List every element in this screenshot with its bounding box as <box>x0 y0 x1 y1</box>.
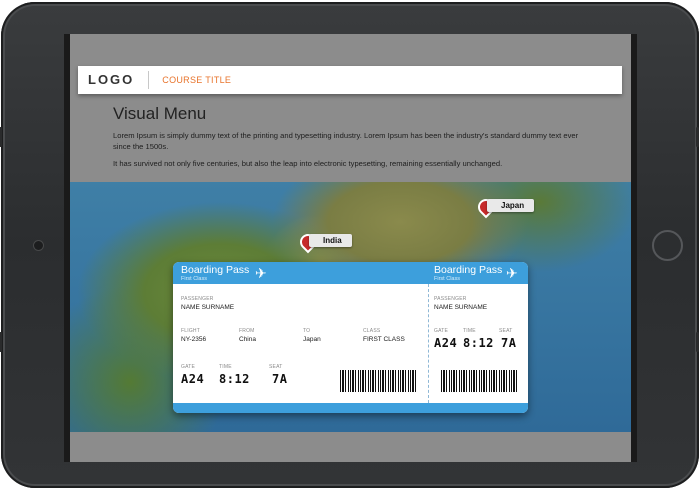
stub-passenger-label: PASSENGER <box>434 296 467 302</box>
boarding-pass-title: Boarding Pass <box>181 264 250 276</box>
passenger-value: NAME SURNAME <box>181 304 235 311</box>
time-value: 8:12 <box>219 372 250 386</box>
tablet-side-button <box>696 332 699 352</box>
stub-class: First Class <box>434 276 460 282</box>
boarding-pass[interactable]: Boarding Pass First Class ✈ PASSENGER NA… <box>173 262 528 413</box>
stub-passenger-value: NAME SURNAME <box>434 304 488 311</box>
map-label-india[interactable]: India <box>309 234 352 247</box>
tablet-screen: LOGO COURSE TITLE Visual Menu Lorem Ipsu… <box>64 34 637 462</box>
class-value: FIRST CLASS <box>363 336 405 343</box>
stub-time-label: TIME <box>463 328 476 334</box>
airplane-icon: ✈ <box>255 265 267 281</box>
airplane-icon: ✈ <box>506 265 518 281</box>
map-label-japan[interactable]: Japan <box>487 199 535 212</box>
stub-seat-label: SEAT <box>499 328 513 334</box>
to-label: TO <box>303 328 311 334</box>
to-value: Japan <box>303 336 321 343</box>
from-label: FROM <box>239 328 255 334</box>
tablet-frame: LOGO COURSE TITLE Visual Menu Lorem Ipsu… <box>0 2 699 488</box>
stub-barcode <box>441 370 519 392</box>
seat-value: 7A <box>272 372 288 386</box>
intro-paragraph: It has survived not only five centuries,… <box>113 159 503 168</box>
course-header: LOGO COURSE TITLE <box>78 66 622 94</box>
flight-label: FLIGHT <box>181 328 200 334</box>
front-camera <box>34 241 43 250</box>
flight-value: NY-2356 <box>181 336 207 343</box>
class-label: CLASS <box>363 328 381 334</box>
from-value: China <box>239 336 256 343</box>
barcode <box>340 370 418 392</box>
intro-paragraph: Lorem Ipsum is simply dummy text of the … <box>113 131 579 151</box>
home-button[interactable] <box>652 230 683 261</box>
tear-line <box>428 284 429 403</box>
boarding-pass-footer <box>173 403 528 413</box>
stub-gate-label: GATE <box>434 328 449 334</box>
time-label: TIME <box>219 364 232 370</box>
tablet-side-button <box>0 332 2 352</box>
course-page: LOGO COURSE TITLE Visual Menu Lorem Ipsu… <box>70 34 631 462</box>
gate-label: GATE <box>181 364 196 370</box>
stub-seat-value: 7A <box>501 336 517 350</box>
passenger-label: PASSENGER <box>181 296 214 302</box>
intro-section: Visual Menu Lorem Ipsum is simply dummy … <box>113 104 593 175</box>
tablet-side-button <box>696 127 699 147</box>
course-title: COURSE TITLE <box>162 75 232 85</box>
boarding-pass-class: First Class <box>181 276 207 282</box>
logo[interactable]: LOGO <box>78 71 150 89</box>
stub-title: Boarding Pass <box>434 264 503 276</box>
seat-label: SEAT <box>269 364 283 370</box>
gate-value: A24 <box>181 372 205 386</box>
tablet-side-button <box>0 127 2 147</box>
stub-gate-value: A24 <box>434 336 458 350</box>
page-title: Visual Menu <box>113 104 207 123</box>
stub-time-value: 8:12 <box>463 336 494 350</box>
